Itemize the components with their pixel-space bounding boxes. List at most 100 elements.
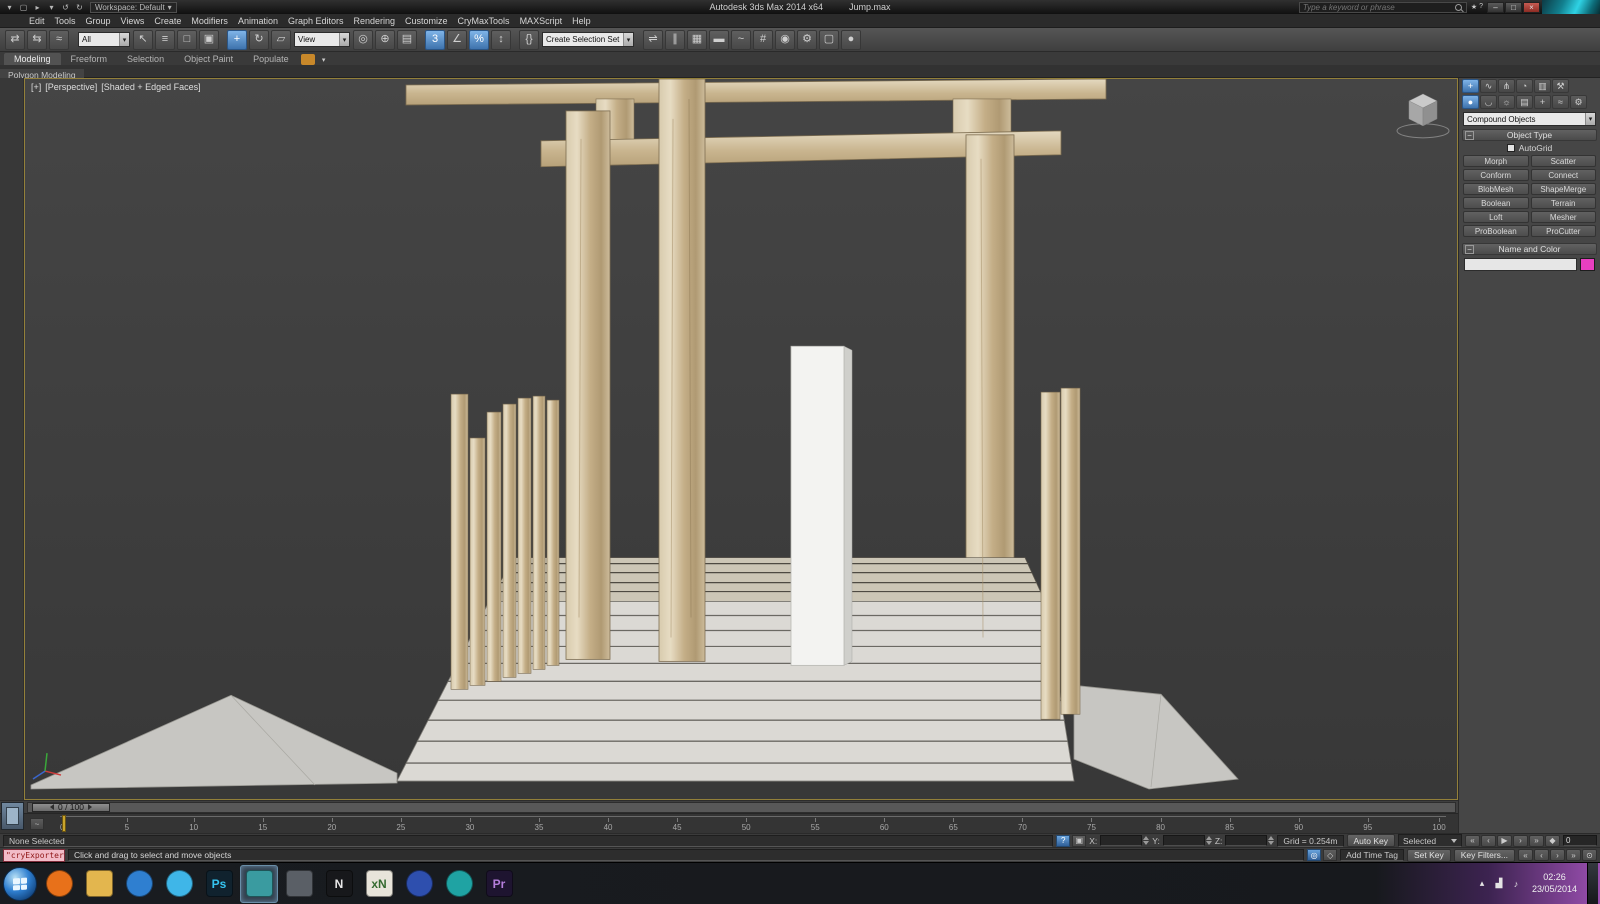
help-icon[interactable]: ? xyxy=(1479,3,1483,11)
unlink-selection-icon[interactable]: ⇆ xyxy=(27,29,47,50)
taskbar-cryengine[interactable] xyxy=(440,865,478,903)
maxscript-mini-listener[interactable]: "cryExporter: xyxy=(3,848,65,862)
rendered-frame-window-icon[interactable]: ▢ xyxy=(819,29,839,50)
button-terrain[interactable]: Terrain xyxy=(1530,197,1596,209)
selected-set-dropdown[interactable]: Selected xyxy=(1398,834,1462,847)
select-object-icon[interactable]: ↖ xyxy=(133,29,153,50)
hierarchy-tab-icon[interactable]: ⋔ xyxy=(1498,79,1515,93)
taskbar-media-player[interactable] xyxy=(120,865,158,903)
viewport-layout-tab[interactable] xyxy=(1,802,24,830)
window-crossing-icon[interactable]: ▣ xyxy=(199,29,219,50)
frame-number-field[interactable] xyxy=(1563,835,1597,846)
menu-tools[interactable]: Tools xyxy=(50,14,81,27)
tray-network-icon[interactable]: ▟ xyxy=(1493,878,1505,889)
time-slider-handle[interactable]: 0 / 100 xyxy=(32,802,110,812)
play-animation-icon[interactable]: ▶ xyxy=(1497,834,1512,847)
select-and-rotate-icon[interactable]: ↻ xyxy=(249,29,269,50)
named-selection-sets-dropdown[interactable]: Create Selection Set ▾ xyxy=(542,32,634,47)
utilities-tab-icon[interactable]: ⚒ xyxy=(1552,79,1569,93)
menu-customize[interactable]: Customize xyxy=(400,14,453,27)
viewport-general-menu[interactable]: [+] xyxy=(31,82,41,92)
taskbar-daemon-tools[interactable] xyxy=(400,865,438,903)
collapse-icon[interactable]: − xyxy=(1465,245,1474,254)
rectangular-selection-region-icon[interactable]: □ xyxy=(177,29,197,50)
autogrid-checkbox[interactable] xyxy=(1506,144,1515,152)
taskbar-premiere[interactable]: Pr xyxy=(480,865,518,903)
button-scatter[interactable]: Scatter xyxy=(1530,155,1596,167)
favorites-icon[interactable]: ★ xyxy=(1471,3,1477,11)
menu-animation[interactable]: Animation xyxy=(233,14,283,27)
key-filters-button[interactable]: Key Filters... xyxy=(1453,848,1515,862)
taskbar-firefox[interactable] xyxy=(40,865,78,903)
tray-volume-icon[interactable]: ♪ xyxy=(1510,879,1522,889)
new-scene-icon[interactable]: ▢ xyxy=(17,2,30,13)
bind-to-space-warp-icon[interactable]: ≈ xyxy=(49,29,69,50)
material-editor-icon[interactable]: ◉ xyxy=(775,29,795,50)
menu-graph-editors[interactable]: Graph Editors xyxy=(283,14,349,27)
layer-manager-icon[interactable]: ▦ xyxy=(687,29,707,50)
button-procutter[interactable]: ProCutter xyxy=(1530,225,1596,237)
ribbon-minimize-icon[interactable]: ▾ xyxy=(317,54,331,65)
render-production-icon[interactable]: ● xyxy=(841,29,861,50)
select-and-scale-icon[interactable]: ▱ xyxy=(271,29,291,50)
tab-modeling[interactable]: Modeling xyxy=(4,53,61,65)
reference-coordinate-system-dropdown[interactable]: View ▾ xyxy=(294,32,350,47)
next-frame-icon[interactable]: › xyxy=(1513,834,1528,847)
menu-views[interactable]: Views xyxy=(116,14,150,27)
go-to-start-icon[interactable]: « xyxy=(1465,834,1480,847)
key-mode-toggle-icon[interactable]: ◆ xyxy=(1545,834,1560,847)
taskbar-clock[interactable]: 02:26 23/05/2014 xyxy=(1527,872,1582,895)
viewport-pov-menu[interactable]: [Perspective] xyxy=(45,82,97,92)
tab-object-paint[interactable]: Object Paint xyxy=(174,53,243,65)
track-bar[interactable]: ~ 05101520253035404550556065707580859095… xyxy=(0,813,1458,833)
ribbon-config-icon[interactable] xyxy=(300,54,315,65)
x-spinner[interactable] xyxy=(1143,836,1150,845)
spacewarps-category-icon[interactable]: ≈ xyxy=(1552,95,1569,109)
menu-rendering[interactable]: Rendering xyxy=(349,14,401,27)
next-frame-arrow-icon[interactable] xyxy=(88,804,92,810)
search-icon[interactable] xyxy=(1454,3,1462,11)
application-menu-icon[interactable]: ▾ xyxy=(3,2,16,13)
button-blobmesh[interactable]: BlobMesh xyxy=(1463,183,1529,195)
edit-named-selection-sets-icon[interactable]: {} xyxy=(519,29,539,50)
set-key-mode-icon-icon[interactable]: ◇ xyxy=(1323,849,1338,861)
ribbon-toggle-icon[interactable]: ▬ xyxy=(709,29,729,50)
object-color-swatch[interactable] xyxy=(1580,258,1595,271)
systems-category-icon[interactable]: ⚙ xyxy=(1570,95,1587,109)
search-input[interactable] xyxy=(1299,2,1453,12)
align-icon[interactable]: ∥ xyxy=(665,29,685,50)
selection-lock-icon-icon[interactable]: ▣ xyxy=(1072,834,1087,847)
geometry-category-icon[interactable]: ● xyxy=(1462,95,1479,109)
taskbar-explorer[interactable] xyxy=(80,865,118,903)
button-proboolean[interactable]: ProBoolean xyxy=(1463,225,1529,237)
taskbar-xnview[interactable]: xN xyxy=(360,865,398,903)
angle-snap-icon[interactable]: ∠ xyxy=(447,29,467,50)
schematic-view-icon[interactable]: # xyxy=(753,29,773,50)
viewport-scene[interactable] xyxy=(25,79,1457,799)
taskbar-3dsmax[interactable] xyxy=(240,864,278,903)
button-mesher[interactable]: Mesher xyxy=(1530,211,1596,223)
button-loft[interactable]: Loft xyxy=(1463,211,1529,223)
curve-editor-icon[interactable]: ~ xyxy=(731,29,751,50)
spinner-snap-icon[interactable]: ↕ xyxy=(491,29,511,50)
button-shapemerge[interactable]: ShapeMerge xyxy=(1530,183,1596,195)
select-and-move-icon[interactable]: + xyxy=(227,29,247,50)
white-box-object[interactable] xyxy=(790,345,853,666)
save-file-icon[interactable]: ▾ xyxy=(45,2,58,13)
taskbar-photoshop[interactable]: Ps xyxy=(200,865,238,903)
viewport-shading-menu[interactable]: [Shaded + Edged Faces] xyxy=(101,82,200,92)
button-morph[interactable]: Morph xyxy=(1463,155,1529,167)
display-tab-icon[interactable]: ▥ xyxy=(1534,79,1551,93)
current-frame-marker[interactable] xyxy=(62,815,66,832)
helpers-category-icon[interactable]: + xyxy=(1534,95,1551,109)
cameras-category-icon[interactable]: ▤ xyxy=(1516,95,1533,109)
button-conform[interactable]: Conform xyxy=(1463,169,1529,181)
y-spinner[interactable] xyxy=(1205,836,1212,845)
button-boolean[interactable]: Boolean xyxy=(1463,197,1529,209)
keyboard-shortcut-override-icon[interactable]: ▤ xyxy=(397,29,417,50)
object-name-field[interactable] xyxy=(1464,258,1577,271)
close-button[interactable]: × xyxy=(1523,1,1540,13)
menu-group[interactable]: Group xyxy=(81,14,116,27)
redo-icon[interactable]: ↻ xyxy=(73,2,86,13)
render-setup-icon[interactable]: ⚙ xyxy=(797,29,817,50)
